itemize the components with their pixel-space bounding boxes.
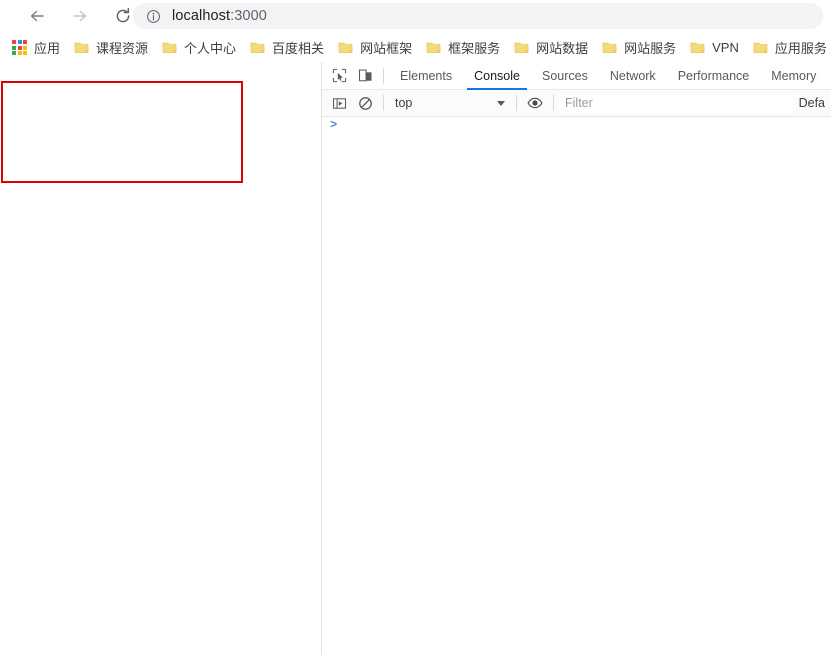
bookmark-folder-1[interactable]: 课程资源	[67, 36, 155, 60]
toolbar-divider	[516, 95, 517, 111]
eye-glyph	[527, 97, 543, 109]
console-toolbar: top Defa	[322, 90, 831, 117]
folder-icon	[74, 42, 89, 53]
bookmark-label: 网站服务	[624, 41, 677, 56]
url-suffix: :3000	[230, 8, 267, 24]
bookmarks-bar: 应用 课程资源 个人中心 百度相关 网站框架 框架服务 网站数据 网站服务 VP…	[0, 33, 831, 62]
log-levels-value: Defa	[798, 96, 825, 110]
navigation-toolbar: localhost:3000	[0, 0, 831, 32]
page-viewport	[0, 62, 321, 655]
execution-context-selector[interactable]: top	[389, 93, 511, 113]
bookmark-label: 应用服务	[774, 41, 827, 56]
folder-icon	[602, 42, 617, 53]
back-button[interactable]	[22, 2, 52, 30]
bookmark-label: 课程资源	[96, 41, 149, 56]
devtools-tab-bar: Elements Console Sources Network Perform…	[322, 62, 831, 90]
bookmark-folder-6[interactable]: 网站数据	[507, 36, 595, 60]
tab-sources[interactable]: Sources	[531, 62, 599, 90]
console-prompt-row[interactable]: >	[322, 117, 831, 136]
folder-icon	[753, 42, 768, 53]
tab-label: Performance	[677, 68, 750, 83]
chevron-down-icon	[497, 100, 505, 106]
console-output-area[interactable]: >	[322, 117, 831, 655]
folder-icon	[426, 42, 441, 53]
red-bordered-box	[1, 81, 243, 183]
clear-console-icon[interactable]	[352, 90, 378, 116]
toolbar-divider	[553, 95, 554, 111]
info-circle-icon[interactable]	[145, 8, 161, 24]
bookmark-label: 网站数据	[536, 41, 589, 56]
toolbar-divider	[383, 67, 384, 84]
address-bar[interactable]: localhost:3000	[133, 3, 823, 29]
bookmark-folder-7[interactable]: 网站服务	[595, 36, 683, 60]
folder-icon	[514, 42, 529, 53]
bookmark-folder-4[interactable]: 网站框架	[331, 36, 419, 60]
console-prompt-chevron: >	[330, 118, 338, 132]
bookmark-label: 应用	[34, 41, 61, 56]
toolbar-divider	[383, 95, 384, 111]
filter-input[interactable]	[559, 93, 793, 113]
folder-icon	[338, 42, 353, 53]
console-sidebar-glyph	[332, 97, 346, 109]
tab-console[interactable]: Console	[463, 62, 531, 90]
bookmark-label: 网站框架	[360, 41, 413, 56]
log-levels-selector[interactable]: Defa	[793, 93, 831, 113]
info-circle-glyph	[146, 9, 160, 23]
console-input[interactable]	[337, 117, 831, 134]
tab-memory[interactable]: Memory	[760, 62, 827, 90]
back-arrow-icon	[30, 10, 44, 22]
apps-grid-icon	[12, 40, 28, 56]
device-toolbar-glyph	[358, 69, 371, 82]
bookmark-label: 个人中心	[184, 41, 237, 56]
tab-label: Memory	[771, 68, 817, 83]
bookmark-apps[interactable]: 应用	[5, 36, 67, 60]
forward-button[interactable]	[65, 2, 95, 30]
url-host: localhost	[172, 8, 231, 24]
tab-network[interactable]: Network	[599, 62, 667, 90]
inspect-element-icon[interactable]	[326, 63, 352, 89]
address-bar-url: localhost:3000	[172, 8, 267, 24]
tab-label: Sources	[541, 68, 588, 83]
tab-label: Console	[474, 68, 520, 83]
bookmark-folder-8[interactable]: VPN	[683, 36, 746, 60]
reload-icon	[116, 7, 130, 23]
folder-icon	[162, 42, 177, 53]
bookmark-label: 框架服务	[448, 41, 501, 56]
tab-performance[interactable]: Performance	[667, 62, 761, 90]
bookmark-label: 百度相关	[272, 41, 325, 56]
browser-chrome: localhost:3000 应用 课程资源 个人中心 百度相关 网站框架 框架…	[0, 0, 831, 62]
bookmark-folder-2[interactable]: 个人中心	[155, 36, 243, 60]
folder-icon	[250, 42, 265, 53]
live-expression-eye-icon[interactable]	[522, 90, 548, 116]
execution-context-value: top	[395, 96, 413, 110]
bookmark-folder-5[interactable]: 框架服务	[419, 36, 507, 60]
bookmark-folder-3[interactable]: 百度相关	[243, 36, 331, 60]
inspect-cursor-glyph	[332, 68, 346, 83]
device-toolbar-icon[interactable]	[352, 63, 378, 89]
bookmark-label: VPN	[712, 40, 739, 55]
tab-label: Network	[609, 68, 656, 83]
console-sidebar-icon[interactable]	[326, 90, 352, 116]
tab-elements[interactable]: Elements	[389, 62, 463, 90]
clear-console-glyph	[358, 96, 372, 110]
forward-arrow-icon	[73, 10, 87, 22]
bookmark-folder-9[interactable]: 应用服务	[746, 36, 831, 60]
folder-icon	[690, 42, 705, 53]
devtools-panel: Elements Console Sources Network Perform…	[321, 62, 831, 655]
tab-label: Elements	[400, 68, 453, 83]
